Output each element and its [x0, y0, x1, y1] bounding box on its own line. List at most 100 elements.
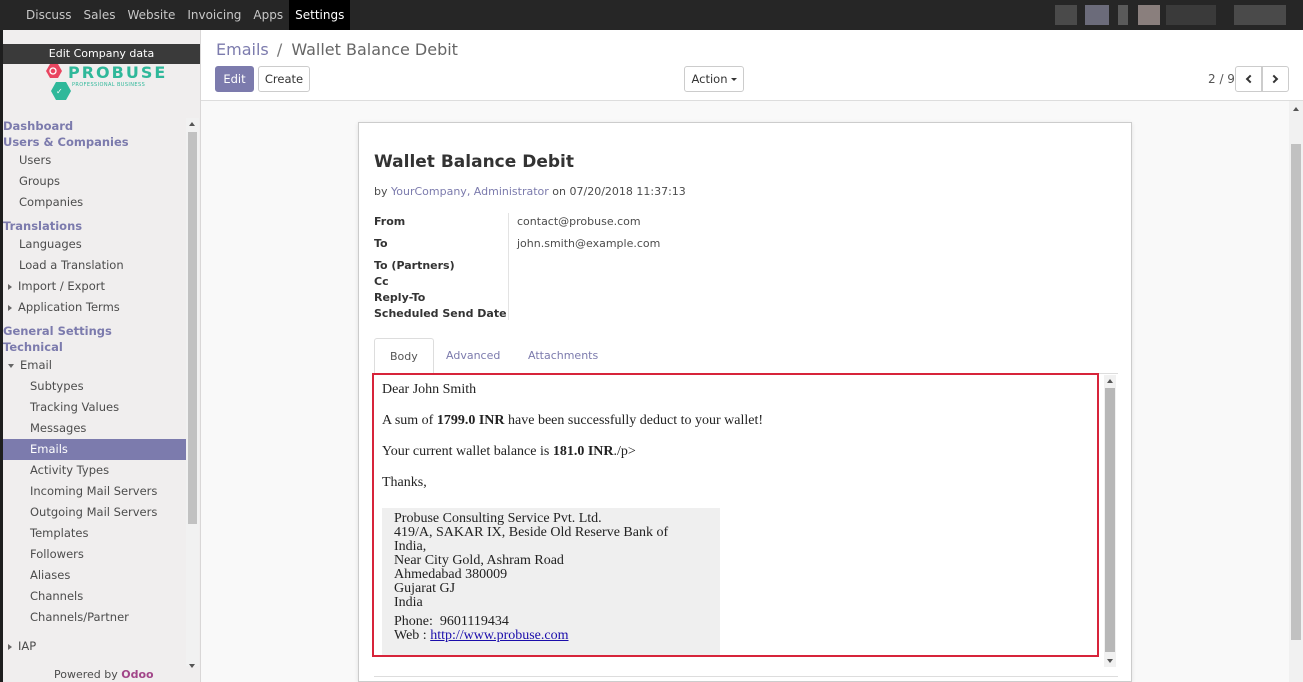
sidebar-item-tracking-values[interactable]: Tracking Values — [3, 397, 186, 418]
scroll-down-icon[interactable] — [189, 664, 195, 668]
sidebar-item-label: Languages — [19, 237, 82, 251]
sidebar-item-import-export[interactable]: Import / Export — [3, 276, 186, 297]
sidebar-item-languages[interactable]: Languages — [3, 234, 186, 255]
sidebar-item-users-companies[interactable]: Users & Companies — [3, 134, 186, 150]
app-apps[interactable]: Apps — [247, 0, 289, 30]
by-prefix: by — [374, 185, 388, 198]
sidebar-item-label: Activity Types — [30, 463, 110, 477]
systray-blurred[interactable] — [1085, 5, 1109, 25]
sidebar-item-messages[interactable]: Messages — [3, 418, 186, 439]
create-button[interactable]: Create — [258, 66, 310, 92]
sidebar-item-incoming-mail-servers[interactable]: Incoming Mail Servers — [3, 481, 186, 502]
signature-state: Gujarat GJ — [394, 581, 456, 596]
sidebar-item-dashboard[interactable]: Dashboard — [3, 118, 186, 134]
sidebar-item-email[interactable]: Email — [3, 355, 186, 376]
body-scrollbar[interactable] — [1104, 375, 1116, 667]
web-label: Web : — [394, 628, 427, 643]
sidebar-item-emails[interactable]: Emails — [3, 439, 186, 460]
signature-country: India — [394, 595, 423, 610]
edit-company-button[interactable]: Edit Company data — [3, 44, 200, 64]
scroll-up-icon[interactable] — [1293, 107, 1299, 111]
user-avatar[interactable] — [1138, 5, 1160, 25]
breadcrumb-emails-link[interactable]: Emails — [216, 40, 269, 59]
tab-advanced[interactable]: Advanced — [431, 338, 515, 374]
scroll-down-icon[interactable] — [1107, 659, 1113, 663]
tab-body[interactable]: Body — [374, 338, 434, 374]
main-scrollbar[interactable] — [1289, 101, 1303, 682]
author-link[interactable]: YourCompany, Administrator — [391, 185, 549, 198]
action-label: Action — [691, 72, 728, 86]
pager-next-button[interactable] — [1262, 66, 1289, 92]
sidebar-item-label: Technical — [3, 340, 63, 354]
breadcrumb-current: Wallet Balance Debit — [291, 40, 458, 59]
sidebar-item-outgoing-mail-servers[interactable]: Outgoing Mail Servers — [3, 502, 186, 523]
balance-line-prefix: Your current wallet balance is — [382, 444, 553, 459]
sidebar-item-followers[interactable]: Followers — [3, 544, 186, 565]
sidebar-item-activity-types[interactable]: Activity Types — [3, 460, 186, 481]
sidebar-item-companies[interactable]: Companies — [3, 192, 186, 213]
action-dropdown[interactable]: Action — [684, 66, 744, 92]
sidebar-scroll-thumb[interactable] — [188, 132, 197, 524]
debit-line-prefix: A sum of — [382, 413, 437, 428]
email-balance-line: Your current wallet balance is 181.0 INR… — [382, 443, 1082, 461]
email-body-frame[interactable]: Dear John Smith A sum of 1799.0 INR have… — [372, 373, 1099, 657]
sidebar-scrollbar[interactable] — [186, 118, 199, 668]
sidebar-item-templates[interactable]: Templates — [3, 523, 186, 544]
sidebar-item-iap[interactable]: IAP — [3, 636, 186, 657]
signature-web: Web : http://www.probuse.com — [394, 629, 708, 643]
sidebar-item-load-a-translation[interactable]: Load a Translation — [3, 255, 186, 276]
logo-tagline: PROFESSIONAL BUSINESS — [72, 82, 146, 88]
sidebar-item-translations[interactable]: Translations — [3, 218, 186, 234]
systray-blurred[interactable] — [1118, 5, 1128, 25]
sidebar-item-users[interactable]: Users — [3, 150, 186, 171]
pager-value[interactable]: 2 / 9 — [1208, 72, 1235, 86]
scroll-up-icon[interactable] — [189, 122, 195, 126]
edit-button[interactable]: Edit — [215, 66, 254, 92]
signature-address-3: Near City Gold, Ashram Road — [394, 553, 564, 568]
systray-blurred[interactable] — [1234, 5, 1286, 25]
sidebar-item-general-settings[interactable]: General Settings — [3, 323, 186, 339]
app-invoicing[interactable]: Invoicing — [181, 0, 247, 30]
sidebar-item-application-terms[interactable]: Application Terms — [3, 297, 186, 318]
app-website[interactable]: Website — [122, 0, 182, 30]
sidebar-item-label: Tracking Values — [30, 400, 120, 414]
top-navbar: Discuss Sales Website Invoicing Apps Set… — [0, 0, 1303, 30]
sidebar-item-label: General Settings — [3, 324, 112, 338]
app-settings[interactable]: Settings — [289, 0, 351, 30]
sidebar-item-label: Followers — [30, 547, 84, 561]
sidebar-item-subtypes[interactable]: Subtypes — [3, 376, 186, 397]
scroll-up-icon[interactable] — [1107, 379, 1113, 383]
website-link[interactable]: http://www.probuse.com — [430, 628, 568, 643]
sidebar-item-channels-partner[interactable]: Channels/Partner — [3, 607, 186, 628]
main-scroll-thumb[interactable] — [1291, 144, 1301, 640]
sidebar-item-aliases[interactable]: Aliases — [3, 565, 186, 586]
phone-number: 9601119434 — [439, 614, 509, 629]
systray-blurred[interactable] — [1055, 5, 1077, 25]
notebook-tabs: Body Advanced Attachments — [374, 338, 1118, 374]
powered-by: Powered by Odoo — [54, 668, 154, 681]
caret-down-icon — [730, 78, 737, 81]
app-discuss[interactable]: Discuss — [20, 0, 78, 30]
email-signature: Probuse Consulting Service Pvt. Ltd. 419… — [382, 508, 720, 655]
sidebar-item-groups[interactable]: Groups — [3, 171, 186, 192]
debit-line-suffix: have been successfully deduct to your wa… — [504, 413, 764, 428]
signature-phone: Phone: 9601119434 — [394, 615, 708, 629]
sidebar-item-technical[interactable]: Technical — [3, 339, 186, 355]
form-sheet: Wallet Balance Debit by YourCompany, Adm… — [358, 122, 1132, 682]
pager-previous-button[interactable] — [1235, 66, 1262, 92]
email-body-content: Dear John Smith A sum of 1799.0 INR have… — [382, 381, 1082, 505]
powered-by-label: Powered by — [54, 668, 118, 681]
signature-company: Probuse Consulting Service Pvt. Ltd. — [394, 511, 602, 526]
breadcrumb-separator: / — [276, 40, 283, 59]
sidebar-item-label: Load a Translation — [19, 258, 124, 272]
tab-attachments[interactable]: Attachments — [513, 338, 613, 374]
from-value: contact@probuse.com — [517, 215, 641, 228]
body-scroll-thumb[interactable] — [1105, 388, 1115, 652]
balance-amount: 181.0 INR — [552, 444, 614, 459]
user-name-blurred[interactable] — [1166, 5, 1216, 25]
email-debit-line: A sum of 1799.0 INR have been successful… — [382, 412, 1082, 430]
sidebar-item-label: Groups — [19, 174, 61, 188]
odoo-link[interactable]: Odoo — [121, 668, 153, 681]
sidebar-item-channels[interactable]: Channels — [3, 586, 186, 607]
app-sales[interactable]: Sales — [78, 0, 122, 30]
